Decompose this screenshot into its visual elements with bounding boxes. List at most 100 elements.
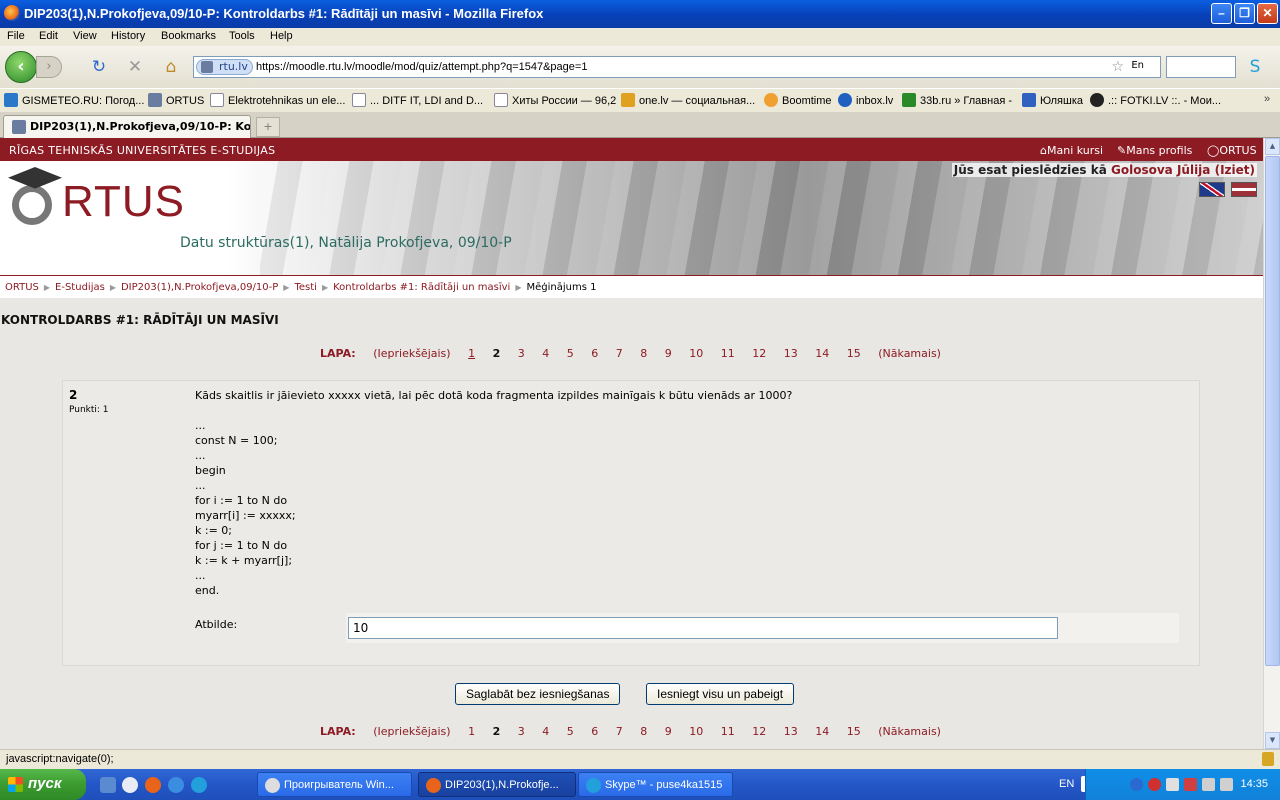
clock[interactable]: 14:35 xyxy=(1240,778,1268,790)
pager-prev[interactable]: (Iepriekšējais) xyxy=(373,347,450,360)
pager-page-11[interactable]: 11 xyxy=(721,347,735,360)
tray-stop-icon[interactable] xyxy=(1148,778,1161,791)
my-courses-link[interactable]: ⌂Mani kursi xyxy=(1040,144,1103,157)
bookmark-item[interactable]: Юляшка xyxy=(1022,93,1083,107)
pager-next[interactable]: (Nākamais) xyxy=(878,347,941,360)
scroll-up-arrow-icon[interactable]: ▲ xyxy=(1265,138,1280,155)
pager-page-13[interactable]: 13 xyxy=(784,725,798,738)
pager-page-6[interactable]: 6 xyxy=(591,725,598,738)
lock-icon[interactable] xyxy=(1262,752,1274,766)
breadcrumb-course[interactable]: DIP203(1),N.Prokofjeva,09/10-P xyxy=(121,282,278,293)
user-name-link[interactable]: Golosova Jūlija xyxy=(1111,163,1210,177)
task-firefox[interactable]: DIP203(1),N.Prokofje... xyxy=(418,772,576,797)
minimize-button[interactable]: – xyxy=(1211,3,1232,24)
media-player-icon[interactable] xyxy=(122,777,138,793)
stop-icon[interactable]: ✕ xyxy=(124,56,146,78)
show-desktop-icon[interactable] xyxy=(100,777,116,793)
task-skype[interactable]: Skype™ - puse4ka1515 xyxy=(578,772,733,797)
bookmark-item[interactable]: one.lv — социальная... xyxy=(621,93,755,107)
pager-page-3[interactable]: 3 xyxy=(518,347,525,360)
ortus-link[interactable]: ◯ORTUS xyxy=(1207,144,1257,157)
back-button[interactable]: ‹ xyxy=(5,51,37,83)
bookmarks-overflow-icon[interactable]: » xyxy=(1264,93,1270,105)
bookmark-item[interactable]: Boomtime xyxy=(764,93,832,107)
bookmark-item[interactable]: GISMETEO.RU: Погод... xyxy=(4,93,144,107)
submit-all-button[interactable]: Iesniegt visu un pabeigt xyxy=(646,683,795,705)
bookmark-item[interactable]: ... DITF IT, LDI and D... xyxy=(352,93,483,107)
bookmark-item[interactable]: inbox.lv xyxy=(838,93,893,107)
task-media-player[interactable]: Проигрыватель Win... xyxy=(257,772,412,797)
ortus-logo[interactable]: RTUS xyxy=(6,167,186,233)
home-icon[interactable]: ⌂ xyxy=(160,56,182,78)
pager-page-9[interactable]: 9 xyxy=(665,725,672,738)
latvian-flag-icon[interactable] xyxy=(1231,182,1257,197)
scroll-down-arrow-icon[interactable]: ▼ xyxy=(1265,732,1280,749)
menu-tools[interactable]: Tools xyxy=(229,30,255,42)
pager-page-15[interactable]: 15 xyxy=(847,725,861,738)
skype-icon[interactable]: S xyxy=(1244,56,1266,78)
pager-page-9[interactable]: 9 xyxy=(665,347,672,360)
close-button[interactable]: ✕ xyxy=(1257,3,1278,24)
pager-page-3[interactable]: 3 xyxy=(518,725,525,738)
answer-input[interactable] xyxy=(348,617,1058,639)
pager-page-14[interactable]: 14 xyxy=(815,347,829,360)
pager-page-13[interactable]: 13 xyxy=(784,347,798,360)
tray-flag-icon[interactable] xyxy=(1184,778,1197,791)
pager-page-1[interactable]: 1 xyxy=(468,725,475,738)
vertical-scrollbar[interactable]: ▲ ▼ xyxy=(1263,138,1280,749)
pager-page-4[interactable]: 4 xyxy=(542,347,549,360)
bookmark-item[interactable]: 33b.ru » Главная - xyxy=(902,93,1012,107)
pager-page-6[interactable]: 6 xyxy=(591,347,598,360)
start-button[interactable]: пуск xyxy=(0,769,86,800)
pager-page-12[interactable]: 12 xyxy=(752,347,766,360)
breadcrumb-testi[interactable]: Testi xyxy=(294,282,316,293)
bookmark-item[interactable]: Elektrotehnikas un ele... xyxy=(210,93,345,107)
pager-page-5[interactable]: 5 xyxy=(567,725,574,738)
menu-view[interactable]: View xyxy=(73,30,97,42)
tray-monitor-icon[interactable] xyxy=(1166,778,1179,791)
bookmark-item[interactable]: ORTUS xyxy=(148,93,204,107)
pager-page-7[interactable]: 7 xyxy=(616,347,623,360)
pager-page-11[interactable]: 11 xyxy=(721,725,735,738)
internet-explorer-icon[interactable] xyxy=(168,777,184,793)
skype-icon[interactable] xyxy=(191,777,207,793)
pager-page-8[interactable]: 8 xyxy=(640,725,647,738)
save-without-submit-button[interactable]: Saglabāt bez iesniegšanas xyxy=(455,683,621,705)
english-flag-icon[interactable] xyxy=(1199,182,1225,197)
breadcrumb-estudijas[interactable]: E-Studijas xyxy=(55,282,105,293)
logout-link[interactable]: (Iziet) xyxy=(1215,163,1255,177)
tray-volume-icon[interactable] xyxy=(1220,778,1233,791)
bookmark-star-icon[interactable]: ☆ xyxy=(1111,59,1124,75)
scroll-thumb[interactable] xyxy=(1265,156,1280,666)
menu-bookmarks[interactable]: Bookmarks xyxy=(161,30,216,42)
pager-page-10[interactable]: 10 xyxy=(689,725,703,738)
search-box[interactable] xyxy=(1166,56,1236,78)
site-identity-badge[interactable]: rtu.lv xyxy=(196,59,253,75)
pager-page-4[interactable]: 4 xyxy=(542,725,549,738)
url-text[interactable]: https://moodle.rtu.lv/moodle/mod/quiz/at… xyxy=(256,61,587,73)
tray-network-icon[interactable] xyxy=(1130,778,1143,791)
menu-history[interactable]: History xyxy=(111,30,145,42)
pager-page-1[interactable]: 1 xyxy=(468,347,475,360)
pager-page-10[interactable]: 10 xyxy=(689,347,703,360)
breadcrumb-ortus[interactable]: ORTUS xyxy=(5,282,39,293)
bookmark-item[interactable]: .:: FOTKI.LV ::. - Мои... xyxy=(1090,93,1221,107)
new-tab-button[interactable]: + xyxy=(256,117,280,137)
keyboard-language[interactable]: EN xyxy=(1059,778,1074,790)
pager-page-5[interactable]: 5 xyxy=(567,347,574,360)
maximize-button[interactable]: ❐ xyxy=(1234,3,1255,24)
forward-button[interactable]: › xyxy=(36,56,62,78)
pager-next[interactable]: (Nākamais) xyxy=(878,725,941,738)
reload-icon[interactable]: ↻ xyxy=(88,56,110,78)
bookmark-item[interactable]: Хиты России — 96,2 xyxy=(494,93,616,107)
tab-active[interactable]: DIP203(1),N.Prokofjeva,09/10-P: Ko... xyxy=(3,115,251,138)
menu-file[interactable]: File xyxy=(7,30,25,42)
pager-page-12[interactable]: 12 xyxy=(752,725,766,738)
menu-edit[interactable]: Edit xyxy=(39,30,58,42)
tray-device-icon[interactable] xyxy=(1202,778,1215,791)
pager-page-14[interactable]: 14 xyxy=(815,725,829,738)
pager-prev[interactable]: (Iepriekšējais) xyxy=(373,725,450,738)
url-bar[interactable]: rtu.lv https://moodle.rtu.lv/moodle/mod/… xyxy=(193,56,1161,78)
my-profile-link[interactable]: ✎Mans profils xyxy=(1117,144,1192,157)
pager-page-7[interactable]: 7 xyxy=(616,725,623,738)
